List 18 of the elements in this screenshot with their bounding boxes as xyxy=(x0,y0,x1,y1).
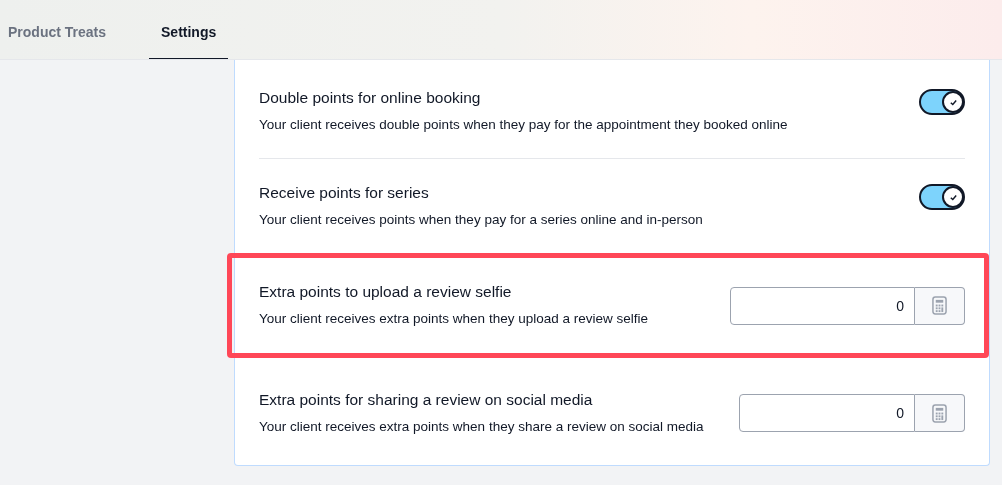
toggle-switch[interactable] xyxy=(919,89,965,115)
tab[interactable]: Product Treats xyxy=(8,0,107,59)
setting-title: Extra points to upload a review selfie xyxy=(259,282,513,302)
calculator-icon xyxy=(932,296,947,315)
setting-title: Receive points for series xyxy=(259,182,430,203)
calculator-icon xyxy=(932,403,947,423)
number-field[interactable]: 0 xyxy=(739,394,915,432)
setting-description: Your client receives points when they pay for a series online and in-person xyxy=(259,210,703,229)
setting-description: Your client receives extra points when they upload a review selfie xyxy=(259,310,648,328)
check-icon xyxy=(948,192,958,202)
toggle-switch[interactable] xyxy=(919,184,965,210)
tab[interactable]: Settings xyxy=(149,0,229,59)
check-icon xyxy=(948,97,958,107)
setting-title: Double points for online booking xyxy=(259,87,482,108)
setting-description: Your client receives extra points when they share a review on social media xyxy=(259,417,704,436)
setting-title: Extra points for sharing a review on social media xyxy=(259,389,594,410)
setting-description: Your client receives double points when they pay for the appointment they booked online xyxy=(259,115,788,134)
number-field[interactable]: 0 xyxy=(730,286,915,325)
